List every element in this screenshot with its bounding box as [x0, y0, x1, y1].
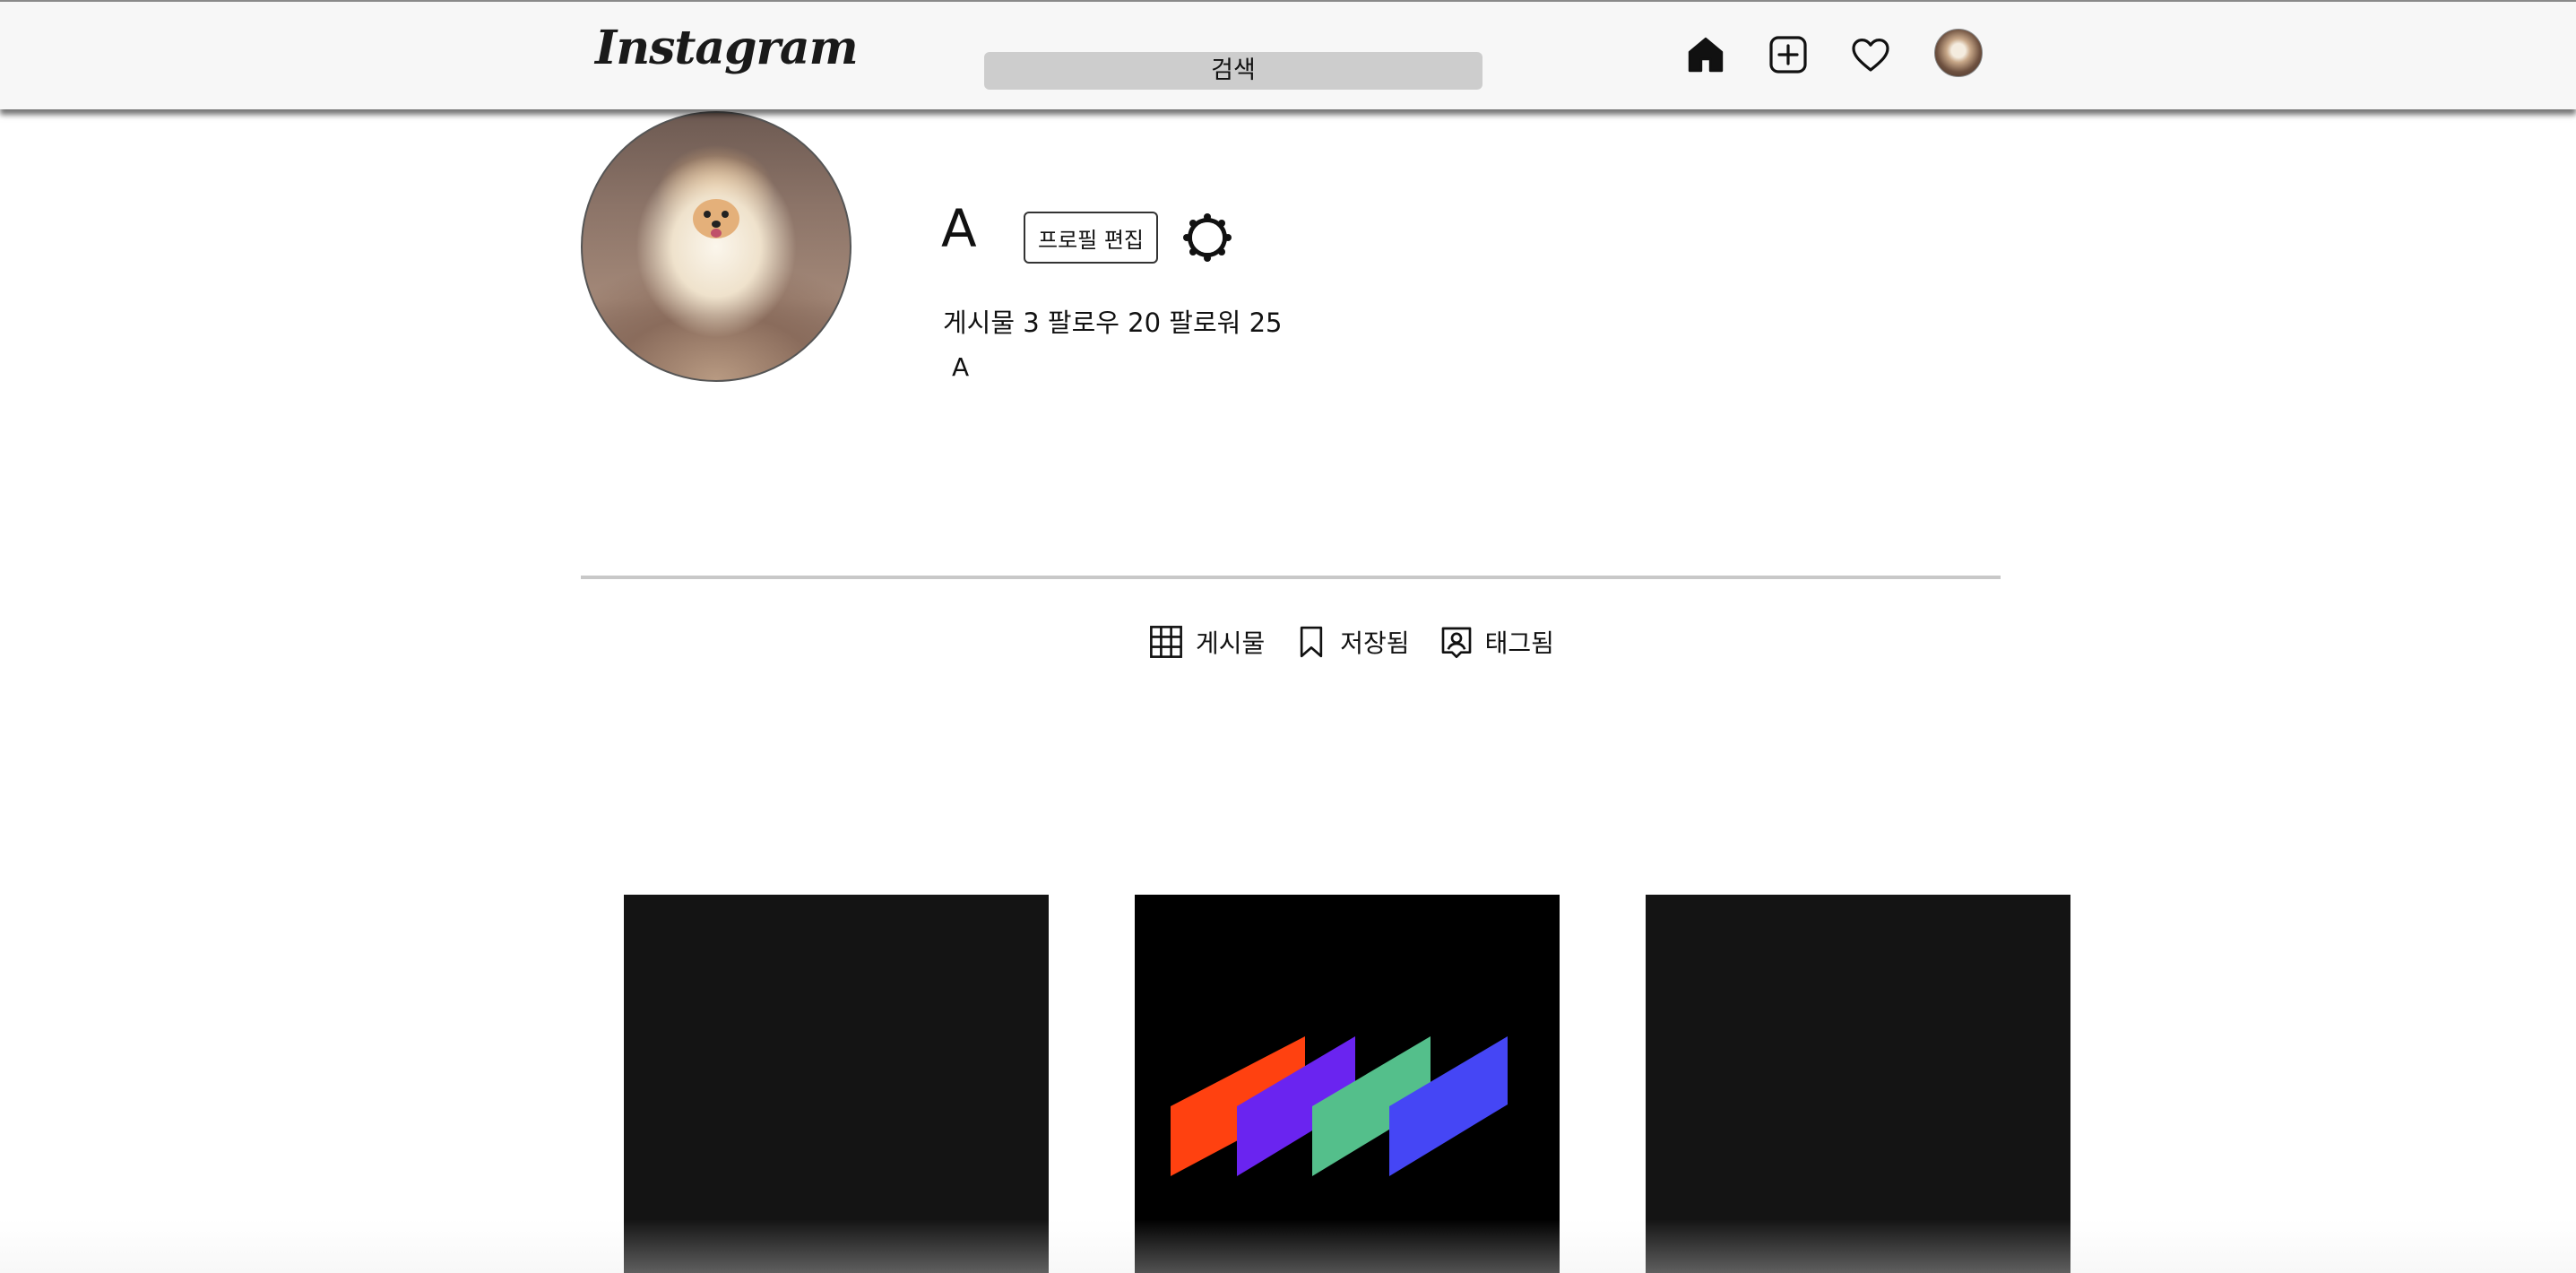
tagged-user-icon [1441, 627, 1471, 658]
tab-posts[interactable]: 게시물 [1147, 623, 1265, 661]
post-thumbnail[interactable] [1135, 895, 1560, 1273]
profile-bio: A [952, 352, 970, 382]
add-post-icon[interactable] [1764, 30, 1812, 79]
grid-icon [1150, 626, 1182, 658]
dog-face-icon [693, 199, 739, 239]
post-thumbnail[interactable] [1646, 895, 2070, 1273]
settings-gear-icon[interactable] [1181, 212, 1233, 264]
profile-avatar[interactable] [1934, 29, 1983, 77]
profile-tabs: 게시물 저장됨 태그됨 [1147, 619, 1554, 665]
profile-stats: 게시물 3 팔로우 20 팔로워 25 [943, 307, 1283, 338]
instagram-logo[interactable]: Instagram [595, 13, 859, 84]
top-nav-bar: Instagram [0, 0, 2576, 109]
heart-icon[interactable] [1846, 30, 1895, 79]
tab-saved[interactable]: 저장됨 [1293, 624, 1410, 660]
post-thumbnail[interactable] [624, 895, 1049, 1273]
profile-username: A [941, 198, 977, 259]
tab-saved-label: 저장됨 [1340, 628, 1410, 658]
tab-tagged-label: 태그됨 [1484, 628, 1554, 658]
parallelograms-artwork [1171, 1036, 1508, 1176]
tab-tagged[interactable]: 태그됨 [1439, 624, 1554, 660]
search-input[interactable] [984, 52, 1482, 90]
edit-profile-button[interactable]: 프로필 편집 [1024, 212, 1158, 264]
section-divider [581, 576, 2001, 579]
home-icon[interactable] [1681, 30, 1730, 79]
profile-picture[interactable] [581, 111, 851, 382]
tab-posts-label: 게시물 [1196, 628, 1266, 658]
bookmark-icon [1301, 626, 1323, 658]
